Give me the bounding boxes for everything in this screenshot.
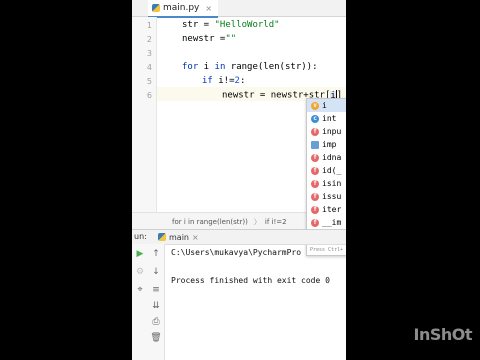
function-icon: f: [311, 127, 319, 136]
variable-icon: v: [311, 101, 319, 110]
function-icon: f: [311, 205, 319, 214]
python-file-icon: [158, 233, 166, 241]
completion-item[interactable]: f issu: [307, 190, 346, 203]
run-label: un:: [134, 232, 147, 241]
completion-item[interactable]: f idna: [307, 151, 346, 164]
line-number: 1: [146, 21, 152, 30]
completion-item[interactable]: f iter: [307, 203, 346, 216]
completion-item[interactable]: vi: [307, 99, 346, 112]
completion-item[interactable]: f id(_: [307, 164, 346, 177]
completion-item[interactable]: imp: [307, 138, 346, 151]
tab-label: main.py: [163, 3, 200, 13]
pin-icon[interactable]: ⌖: [134, 284, 146, 296]
python-file-icon: [152, 4, 160, 12]
soft-wrap-icon[interactable]: ≡: [150, 284, 162, 296]
editor-tab-bar: main.py ×: [132, 0, 346, 18]
console-line: C:\Users\mukavya\PycharmPro: [171, 248, 302, 257]
completion-item[interactable]: f __im: [307, 216, 346, 229]
arrow-up-icon[interactable]: ↑: [150, 248, 162, 260]
function-icon: f: [311, 192, 319, 201]
breadcrumb-for[interactable]: for i in range(len(str)): [132, 218, 248, 226]
breadcrumb-if[interactable]: if i!=2: [248, 217, 287, 227]
function-icon: f: [311, 218, 319, 227]
code-line-1: str = "HelloWorld": [182, 20, 280, 30]
function-icon: f: [311, 153, 319, 162]
line-number: 6: [146, 91, 152, 100]
function-icon: f: [311, 166, 319, 175]
close-icon[interactable]: ×: [205, 4, 212, 13]
tab-main-py[interactable]: main.py ×: [148, 0, 219, 18]
close-icon[interactable]: ×: [192, 233, 199, 242]
run-console-output[interactable]: C:\Users\mukavya\PycharmPro Process fini…: [170, 244, 346, 360]
function-icon: f: [311, 179, 319, 188]
trash-icon[interactable]: 🗑: [150, 332, 162, 344]
scroll-to-end-icon[interactable]: ⇊: [150, 300, 162, 312]
class-icon: c: [311, 114, 319, 123]
line-number-gutter: 1 2 3 4 5 6: [132, 17, 157, 229]
line-number: 2: [146, 35, 152, 44]
code-line-4: for i in range(len(str)):: [182, 62, 318, 72]
completion-item[interactable]: f inpu: [307, 125, 346, 138]
line-number: 4: [146, 63, 152, 72]
tab-run-main[interactable]: main ×: [158, 231, 199, 243]
completion-item[interactable]: f isin: [307, 177, 346, 190]
rerun-icon[interactable]: ▶: [134, 248, 146, 260]
arrow-down-icon[interactable]: ↓: [150, 266, 162, 278]
run-toolbar: ▶ ↑ ⚙ ↓ ⌖ ≡ ⇊ ⎙ 🗑: [132, 244, 165, 360]
inshot-watermark: InShOt: [413, 325, 472, 344]
code-line-5: if i!=2:: [202, 76, 246, 86]
completion-item[interactable]: c int: [307, 112, 346, 125]
line-number: 3: [146, 49, 152, 58]
code-line-2: newstr ="": [182, 34, 237, 44]
run-tool-window-header: un: main ×: [132, 229, 346, 245]
pycharm-window: main.py × 1 2 3 4 5 6 str = "HelloWorld"…: [132, 0, 346, 360]
print-icon[interactable]: ⎙: [150, 316, 162, 328]
module-icon: [311, 140, 319, 149]
line-number: 5: [146, 77, 152, 86]
console-line: Process finished with exit code 0: [171, 276, 330, 285]
settings-icon[interactable]: ⚙: [134, 266, 146, 278]
